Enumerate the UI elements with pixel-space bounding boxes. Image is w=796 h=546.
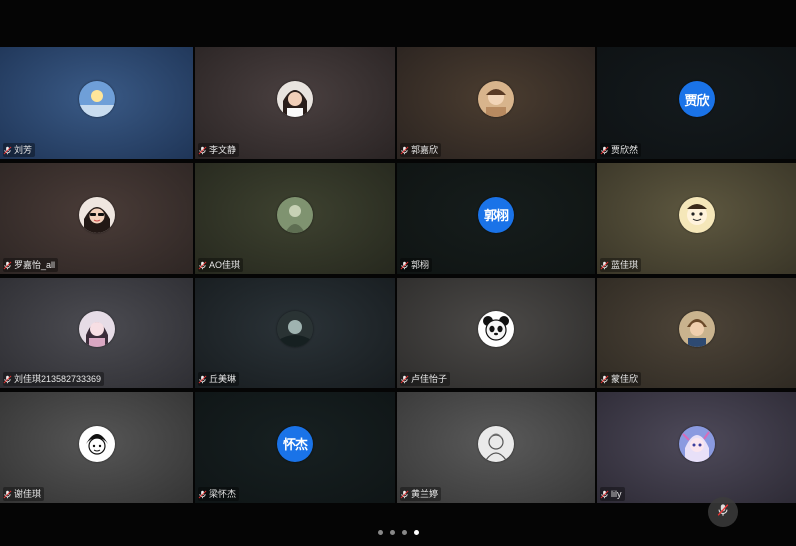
- green-figure-avatar: [277, 196, 313, 233]
- participant-name-tag: 丘美琳: [198, 372, 240, 386]
- mic-muted-icon: [3, 146, 12, 155]
- mic-muted-icon: [400, 375, 409, 384]
- participant-name-tag: 罗嘉怡_all: [3, 258, 59, 272]
- participant-name-tag: 黄兰婷: [400, 487, 442, 501]
- participant-name-tag: 贾欣然: [600, 143, 642, 157]
- mic-muted-icon: [3, 375, 12, 384]
- participant-name: 梁怀杰: [209, 489, 237, 499]
- participant-tile[interactable]: 郭栩 郭栩: [397, 163, 595, 274]
- mic-muted-icon: [400, 490, 409, 499]
- participant-tile[interactable]: 蒙佳欣: [597, 278, 796, 388]
- mic-muted-icon: [600, 261, 609, 270]
- participant-tile[interactable]: 刘芳: [0, 47, 193, 159]
- text-avatar: 怀杰: [277, 425, 313, 462]
- sky-sun-avatar: [78, 81, 115, 117]
- participant-name: 刘芳: [14, 145, 33, 155]
- participant-tile[interactable]: lily: [597, 392, 796, 503]
- participant-name-tag: AO佳琪: [198, 258, 244, 272]
- participant-name-tag: 谢佳琪: [3, 487, 45, 501]
- participant-name: 蓝佳琪: [611, 260, 639, 270]
- participant-tile[interactable]: 丘美琳: [195, 278, 395, 388]
- participant-name: 谢佳琪: [14, 489, 42, 499]
- participant-tile[interactable]: 黄兰婷: [397, 392, 595, 503]
- mic-muted-icon: [198, 261, 207, 270]
- participant-name: 李文静: [209, 145, 237, 155]
- participant-name-tag: 蒙佳欣: [600, 372, 642, 386]
- mic-muted-icon: [600, 146, 609, 155]
- mic-muted-icon: [600, 490, 609, 499]
- participant-tile[interactable]: 刘佳琪213582733369: [0, 278, 193, 388]
- participant-name: 丘美琳: [209, 374, 237, 384]
- participant-tile[interactable]: 怀杰梁怀杰: [195, 392, 395, 503]
- warm-portrait-avatar: [478, 81, 514, 117]
- page-dot[interactable]: [389, 530, 395, 535]
- participant-tile[interactable]: 蓝佳琪: [597, 163, 796, 274]
- participant-tile[interactable]: 郭嘉欣: [397, 47, 595, 159]
- page-dot[interactable]: [413, 530, 419, 535]
- sunglasses-girl-avatar: [78, 196, 115, 233]
- mic-muted-icon: [3, 490, 12, 499]
- anime-avatar: [678, 425, 715, 462]
- participant-name-tag: 郭嘉欣: [400, 143, 442, 157]
- participant-name: 郭栩: [411, 260, 430, 270]
- participant-name: 卢佳怡子: [411, 374, 448, 384]
- participant-name: 罗嘉怡_all: [14, 260, 56, 270]
- boy-portrait-avatar: [678, 311, 715, 347]
- dark-scene-avatar: [277, 311, 313, 347]
- participant-name-tag: 刘佳琪213582733369: [3, 372, 105, 386]
- mic-muted-icon: [198, 146, 207, 155]
- floating-mic-button[interactable]: [708, 497, 738, 527]
- participant-grid: 刘芳 李文静 郭嘉欣 贾欣 贾欣然 罗嘉怡_all AO佳琪 郭栩 郭栩 蓝佳琪 刘佳琪213582…: [0, 47, 796, 503]
- participant-tile[interactable]: 贾欣贾欣然: [597, 47, 796, 159]
- participant-name: 刘佳琪213582733369: [14, 374, 102, 384]
- participant-name-tag: lily: [600, 487, 625, 501]
- text-avatar: 贾欣: [678, 81, 715, 117]
- mic-muted-icon: [198, 375, 207, 384]
- participant-name-tag: 李文静: [198, 143, 240, 157]
- page-indicator[interactable]: [0, 530, 796, 535]
- girl-portrait-avatar: [277, 81, 313, 117]
- mic-muted-icon: [600, 375, 609, 384]
- participant-name-tag: 刘芳: [3, 143, 36, 157]
- mic-muted-icon: [400, 261, 409, 270]
- panda-avatar: [478, 311, 514, 347]
- mic-muted-icon: [400, 146, 409, 155]
- participant-name: lily: [611, 489, 622, 499]
- participant-name: 郭嘉欣: [411, 145, 439, 155]
- sketch-avatar: [478, 425, 514, 462]
- mic-muted-icon: [716, 503, 730, 522]
- text-avatar: 郭栩: [478, 196, 514, 233]
- cartoon-avatar: [678, 196, 715, 233]
- mic-muted-icon: [198, 490, 207, 499]
- pink-girl-avatar: [78, 311, 115, 347]
- page-dot[interactable]: [377, 530, 383, 535]
- participant-tile[interactable]: AO佳琪: [195, 163, 395, 274]
- participant-tile[interactable]: 罗嘉怡_all: [0, 163, 193, 274]
- participant-name-tag: 蓝佳琪: [600, 258, 642, 272]
- participant-name: 贾欣然: [611, 145, 639, 155]
- participant-tile[interactable]: 卢佳怡子: [397, 278, 595, 388]
- mic-muted-icon: [3, 261, 12, 270]
- participant-name-tag: 卢佳怡子: [400, 372, 451, 386]
- bw-cartoon-avatar: [78, 425, 115, 462]
- meeting-screen: 刘芳 李文静 郭嘉欣 贾欣 贾欣然 罗嘉怡_all AO佳琪 郭栩 郭栩 蓝佳琪 刘佳琪213582…: [0, 0, 796, 546]
- participant-name: AO佳琪: [209, 260, 241, 270]
- participant-name-tag: 梁怀杰: [198, 487, 240, 501]
- participant-tile[interactable]: 李文静: [195, 47, 395, 159]
- participant-tile[interactable]: 谢佳琪: [0, 392, 193, 503]
- page-dot[interactable]: [401, 530, 407, 535]
- participant-name: 蒙佳欣: [611, 374, 639, 384]
- participant-name-tag: 郭栩: [400, 258, 433, 272]
- participant-name: 黄兰婷: [411, 489, 439, 499]
